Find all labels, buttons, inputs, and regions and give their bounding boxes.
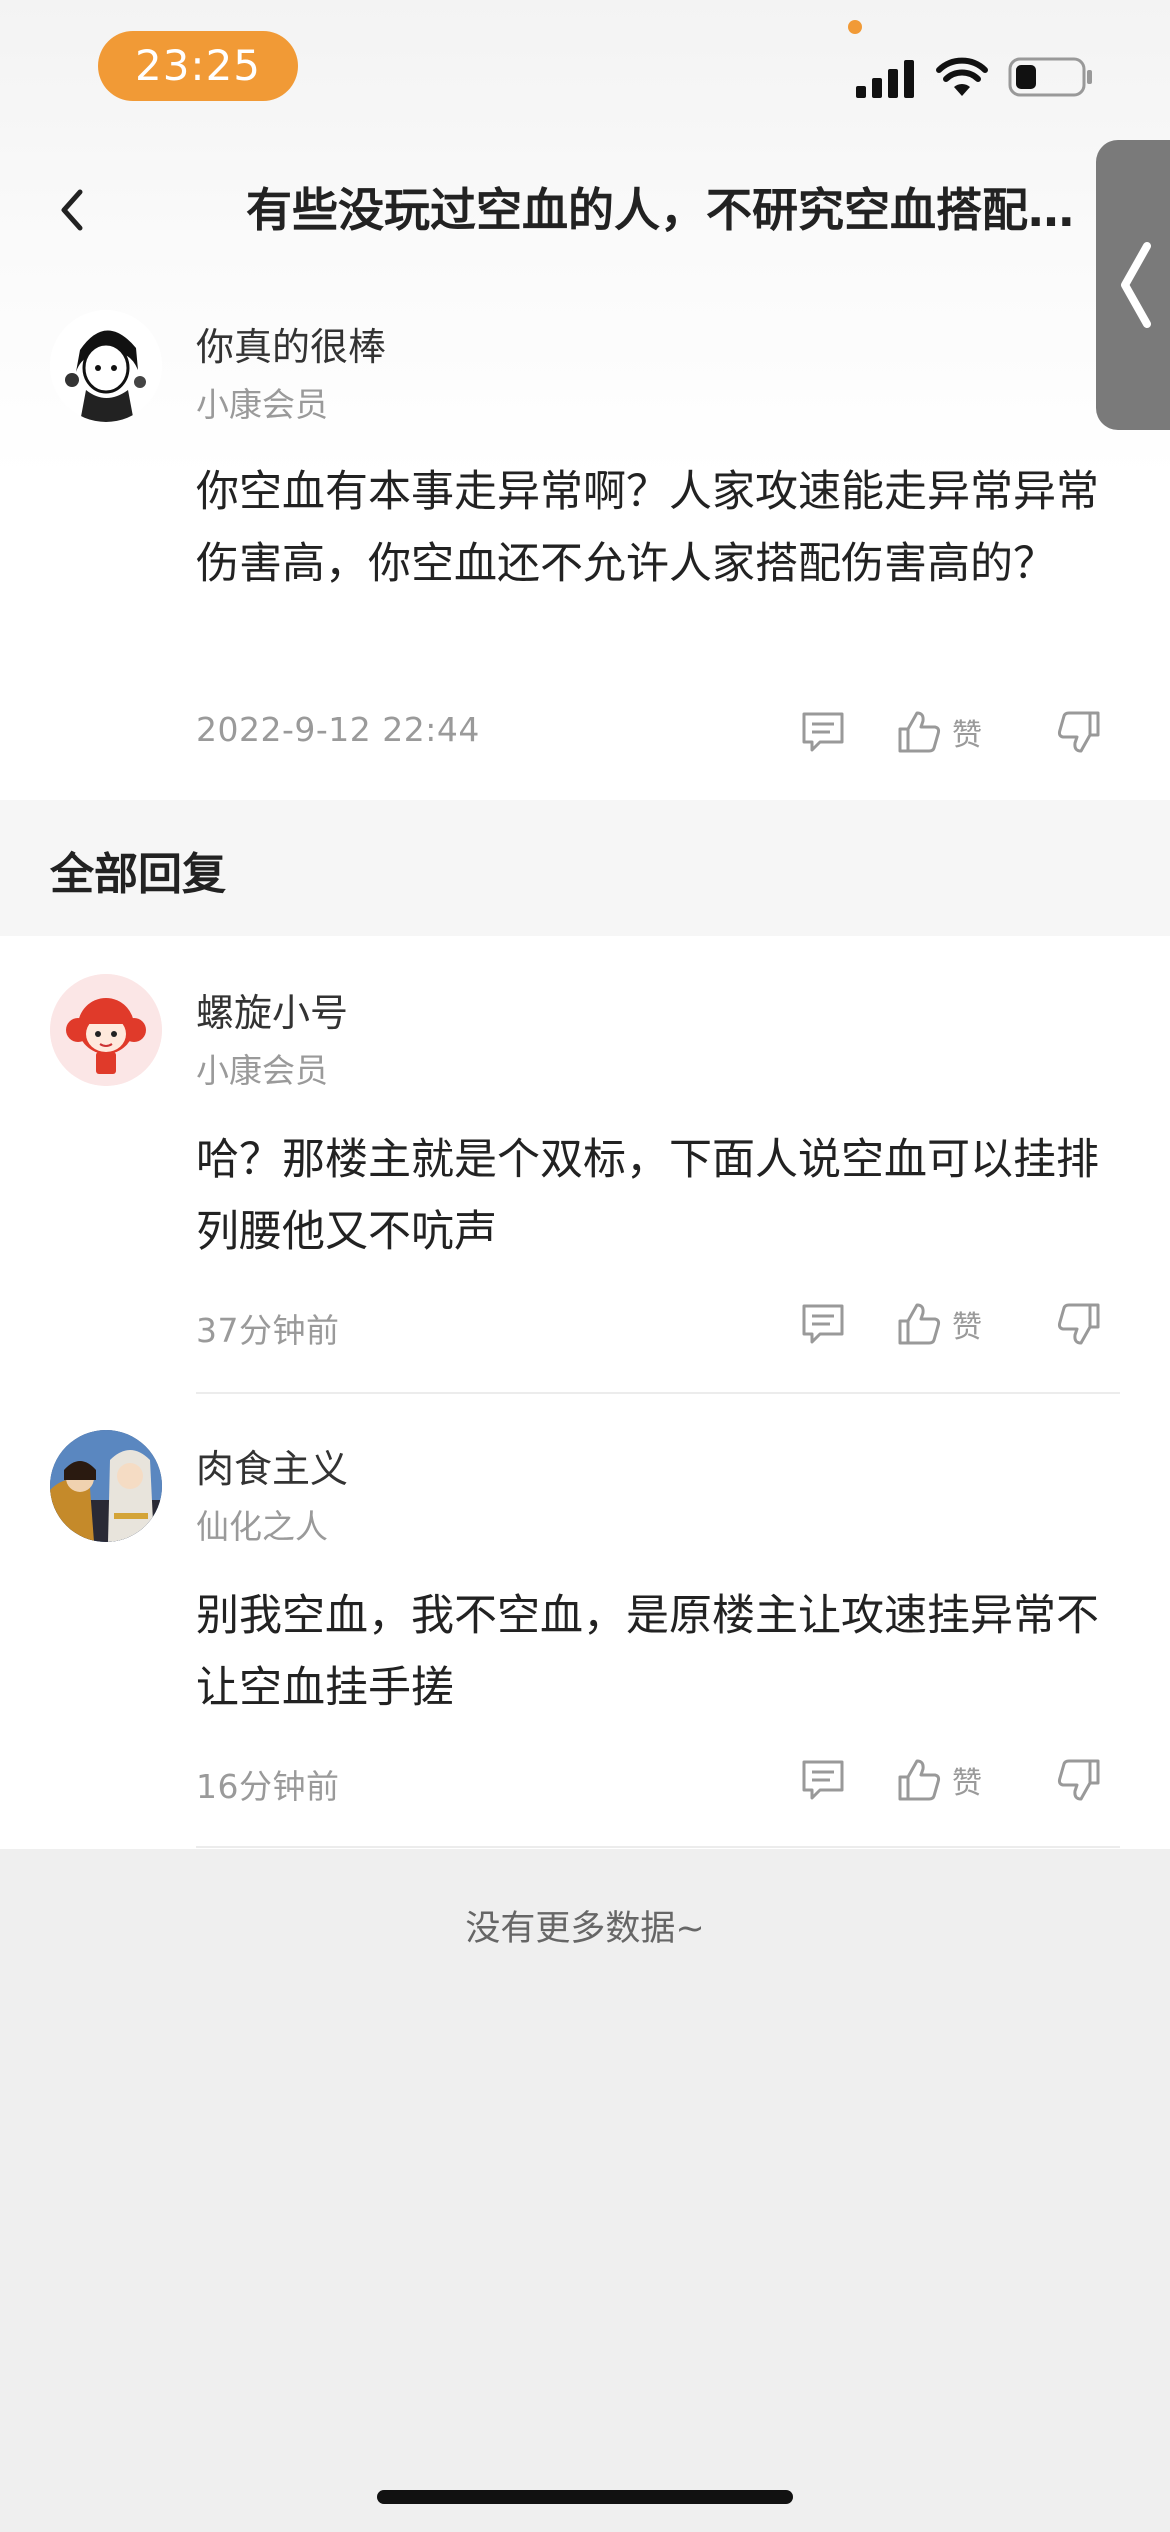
author-rank: 小康会员 — [196, 1051, 328, 1090]
back-button[interactable] — [46, 180, 96, 240]
comment-icon — [802, 1760, 844, 1800]
like-label: 赞 — [952, 718, 982, 753]
thumbs-up-icon — [898, 1303, 941, 1345]
wifi-icon — [936, 57, 988, 96]
author-name[interactable]: 螺旋小号 — [196, 982, 348, 1037]
main-post: 你真的很棒 小康会员 你空血有本事走异常啊？人家攻速能走异常异常伤害高，你空血还… — [0, 300, 1170, 800]
battery-icon — [1008, 57, 1092, 97]
comment-button[interactable] — [800, 1296, 846, 1352]
reply-actions: 赞 — [800, 1296, 1120, 1352]
post-time: 2022-9-12 22:44 — [196, 710, 480, 749]
avatar[interactable] — [50, 1430, 162, 1542]
thumbs-up-icon — [898, 1759, 941, 1801]
like-label: 赞 — [952, 1766, 982, 1801]
dislike-button[interactable] — [1056, 1752, 1102, 1808]
reply-content: 哈？那楼主就是个双标，下面人说空血可以挂排列腰他又不吭声 — [196, 1135, 1099, 1257]
like-button[interactable]: 赞 — [896, 1296, 982, 1352]
post-content: 你空血有本事走异常啊？人家攻速能走异常异常伤害高，你空血还不允许人家搭配伤害高的… — [196, 467, 1099, 589]
home-indicator[interactable] — [377, 2490, 793, 2504]
nav-bar: 有些没玩过空血的人，不研究空血搭配… — [0, 160, 1170, 260]
reply-divider — [196, 1392, 1120, 1394]
dislike-button[interactable] — [1056, 704, 1102, 760]
comment-button[interactable] — [800, 1752, 846, 1808]
reply-actions: 赞 — [800, 1752, 1120, 1808]
back-icon — [61, 189, 83, 231]
comment-button[interactable] — [800, 704, 846, 760]
page-title: 有些没玩过空血的人，不研究空血搭配… — [246, 183, 1074, 237]
like-button[interactable]: 赞 — [896, 704, 982, 760]
status-bar: 23:25 — [0, 0, 1170, 140]
avatar[interactable] — [50, 310, 162, 422]
author-name[interactable]: 你真的很棒 — [196, 316, 386, 371]
thumbs-down-icon — [1057, 711, 1100, 753]
status-time: 23:25 — [98, 31, 298, 101]
reply-time: 16分钟前 — [196, 1767, 340, 1806]
author-rank: 仙化之人 — [196, 1507, 328, 1546]
reply-time: 37分钟前 — [196, 1311, 340, 1350]
thumbs-up-icon — [898, 711, 941, 753]
comment-icon — [802, 712, 844, 752]
no-more-data: 没有更多数据~ — [465, 1909, 705, 1949]
signal-icon — [856, 60, 914, 98]
thumbs-down-icon — [1057, 1759, 1100, 1801]
author-rank: 小康会员 — [196, 385, 328, 424]
reply-content: 别我空血，我不空血，是原楼主让攻速挂异常不让空血挂手搓 — [196, 1591, 1099, 1713]
replies-section-header: 全部回复 — [0, 800, 1170, 936]
comment-icon — [802, 1304, 844, 1344]
thumbs-down-icon — [1057, 1303, 1100, 1345]
reply-divider — [196, 1846, 1120, 1848]
privacy-indicator-dot — [848, 20, 862, 34]
avatar[interactable] — [50, 974, 162, 1086]
like-button[interactable]: 赞 — [896, 1752, 982, 1808]
post-actions: 赞 — [800, 704, 1120, 760]
dislike-button[interactable] — [1056, 1296, 1102, 1352]
like-label: 赞 — [952, 1310, 982, 1345]
author-name[interactable]: 肉食主义 — [196, 1438, 348, 1493]
section-title: 全部回复 — [50, 849, 226, 900]
